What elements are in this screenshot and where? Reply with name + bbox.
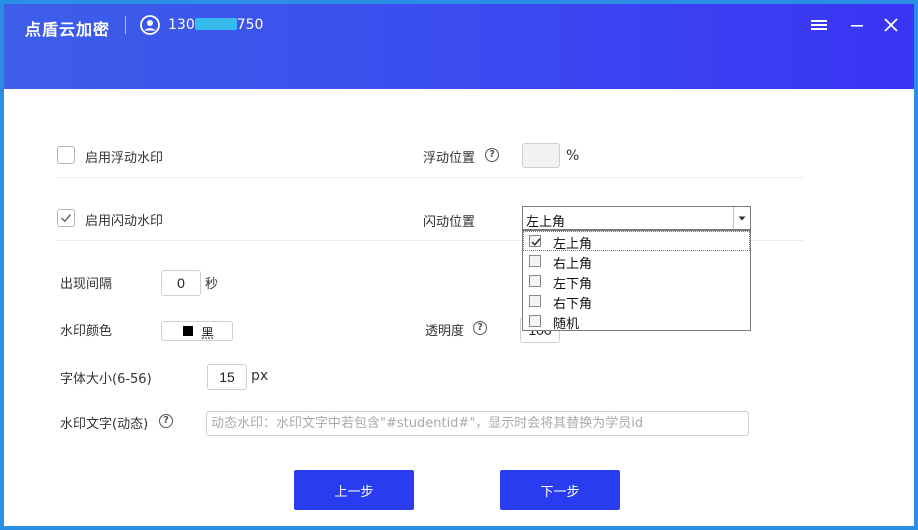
option-checkbox[interactable] xyxy=(529,235,541,247)
app-window: 点盾云加密 130 750 启用浮动水印 浮动位置 ? % 启用闪动水印 闪动位… xyxy=(4,4,914,526)
flash-position-select[interactable]: 左上角 xyxy=(522,206,751,230)
color-label: 水印颜色 xyxy=(60,324,113,339)
user-phone-suffix: 750 xyxy=(236,17,264,33)
option-label: 右下角 xyxy=(553,297,593,312)
color-swatch xyxy=(183,326,193,336)
font-size-unit: px xyxy=(251,368,269,384)
flash-position-label: 闪动位置 xyxy=(423,215,476,230)
option-label: 左下角 xyxy=(553,277,593,292)
dropdown-option[interactable]: 右上角 xyxy=(523,251,750,272)
option-checkbox[interactable] xyxy=(529,255,541,267)
option-label: 随机 xyxy=(553,317,580,332)
option-checkbox[interactable] xyxy=(529,315,541,327)
prev-step-button[interactable]: 上一步 xyxy=(294,470,414,510)
dropdown-option[interactable]: 右下角 xyxy=(523,291,750,312)
app-title: 点盾云加密 xyxy=(25,20,111,39)
opacity-help-icon[interactable]: ? xyxy=(473,321,487,335)
dropdown-option[interactable]: 左上角 xyxy=(523,231,750,252)
option-checkbox[interactable] xyxy=(529,275,541,287)
settings-panel: 启用浮动水印 浮动位置 ? % 启用闪动水印 闪动位置 出现间隔 秒 水印颜色 … xyxy=(4,89,914,526)
float-position-input[interactable] xyxy=(522,143,560,168)
minimize-icon[interactable] xyxy=(848,16,870,36)
float-watermark-checkbox[interactable] xyxy=(57,146,75,164)
flash-watermark-label: 启用闪动水印 xyxy=(85,214,164,229)
float-position-label: 浮动位置 xyxy=(423,151,476,166)
row-divider xyxy=(56,177,804,178)
color-name: 黑 xyxy=(201,327,215,342)
close-icon[interactable] xyxy=(882,16,904,36)
hamburger-menu-icon[interactable] xyxy=(810,16,832,36)
flash-watermark-checkbox[interactable] xyxy=(57,209,75,227)
flash-position-dropdown: 左上角 右上角 左下角 右下角 随机 xyxy=(522,230,751,332)
phone-mask xyxy=(194,18,237,30)
float-watermark-label: 启用浮动水印 xyxy=(85,151,164,166)
interval-input[interactable] xyxy=(161,270,201,296)
color-picker[interactable]: 黑 xyxy=(161,321,233,342)
option-label: 右上角 xyxy=(553,257,593,272)
next-step-button[interactable]: 下一步 xyxy=(500,470,620,510)
font-size-label: 字体大小(6-56) xyxy=(60,372,152,387)
title-separator xyxy=(125,16,126,34)
option-label: 左上角 xyxy=(553,237,593,252)
font-size-input[interactable] xyxy=(207,364,247,390)
dropdown-option[interactable]: 随机 xyxy=(523,311,750,332)
option-checkbox[interactable] xyxy=(529,295,541,307)
watermark-text-label: 水印文字(动态) xyxy=(60,417,149,432)
watermark-text-help-icon[interactable]: ? xyxy=(159,414,173,428)
interval-label: 出现间隔 xyxy=(60,277,113,292)
dropdown-option[interactable]: 左下角 xyxy=(523,271,750,292)
opacity-label: 透明度 xyxy=(425,324,465,339)
user-phone-prefix: 130 xyxy=(168,17,195,33)
user-avatar-icon[interactable] xyxy=(140,15,160,35)
chevron-down-icon[interactable] xyxy=(733,207,750,229)
interval-unit: 秒 xyxy=(205,277,219,292)
float-position-help-icon[interactable]: ? xyxy=(485,148,499,162)
title-bar: 点盾云加密 130 750 xyxy=(4,4,914,89)
watermark-text-input[interactable] xyxy=(206,411,749,436)
float-position-unit: % xyxy=(566,148,580,164)
flash-position-selected: 左上角 xyxy=(526,215,566,230)
user-phone: 130 750 xyxy=(168,17,263,33)
